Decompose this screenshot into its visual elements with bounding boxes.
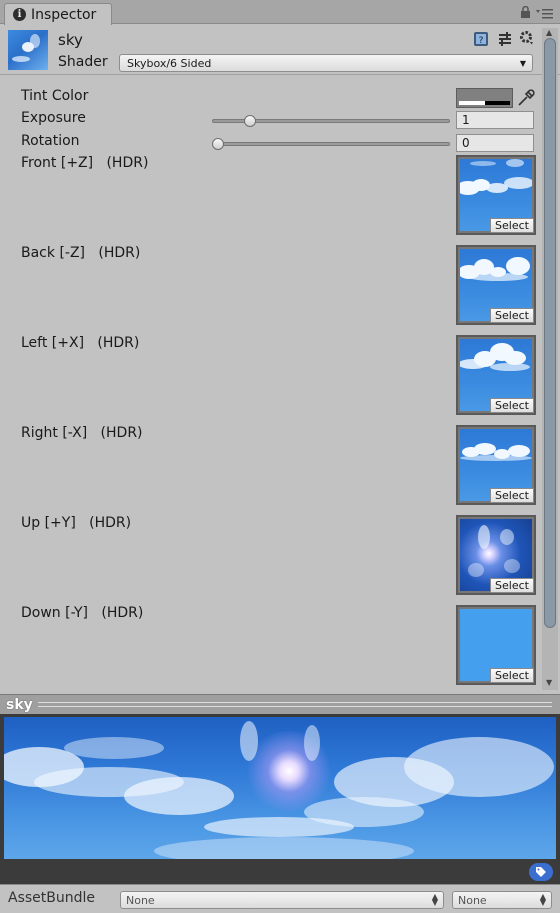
asset-name: sky: [58, 31, 83, 49]
rotation-input[interactable]: 0: [456, 134, 534, 152]
asset-bundle-variant-dropdown[interactable]: None ▲ ▼: [452, 891, 552, 909]
tint-color-label: Tint Color: [21, 88, 89, 104]
tint-color-swatch[interactable]: [456, 88, 513, 108]
texture-slot-left[interactable]: Select: [456, 335, 536, 415]
preview-title: sky: [6, 696, 33, 713]
texture-slot-right[interactable]: Select: [456, 425, 536, 505]
texture-label-up: Up [+Y] (HDR): [21, 515, 132, 531]
tag-icon[interactable]: [529, 863, 553, 881]
material-header: sky Shader Skybox/6 Sided ▼ ?: [0, 25, 560, 75]
preview-drag-handle[interactable]: [38, 702, 552, 707]
rotation-slider-track[interactable]: [212, 142, 450, 146]
texture-label-back: Back [-Z] (HDR): [21, 245, 141, 261]
tab-bar: i Inspector: [0, 0, 560, 25]
asset-bundle-label: AssetBundle: [8, 890, 96, 906]
updown-arrow-icon: ▲ ▼: [431, 892, 438, 907]
select-button-left[interactable]: Select: [490, 398, 534, 413]
texture-label-left: Left [+X] (HDR): [21, 335, 140, 351]
asset-variant-value: None: [458, 893, 487, 907]
lock-icon[interactable]: [520, 5, 531, 23]
inspector-scrollbar[interactable]: ▲ ▼: [542, 28, 558, 690]
texture-label-down: Down [-Y] (HDR): [21, 605, 144, 621]
asset-bundle-value: None: [126, 893, 155, 907]
dropdown-arrow-icon: ▼: [519, 58, 526, 68]
shader-label: Shader: [58, 54, 108, 70]
asset-bundle-bar: AssetBundle None ▲ ▼ None ▲ ▼: [0, 884, 560, 913]
texture-slot-up[interactable]: Select: [456, 515, 536, 595]
texture-slot-down[interactable]: Select: [456, 605, 536, 685]
exposure-label: Exposure: [21, 110, 86, 126]
gear-icon[interactable]: [518, 29, 536, 47]
updown-arrow-icon: ▲ ▼: [539, 892, 546, 907]
info-icon: i: [13, 8, 26, 21]
rotation-label: Rotation: [21, 133, 80, 149]
exposure-input[interactable]: 1: [456, 111, 534, 129]
scroll-down-arrow-icon[interactable]: ▼: [546, 678, 552, 687]
tab-title: Inspector: [31, 6, 97, 23]
asset-bundle-dropdown[interactable]: None ▲ ▼: [120, 891, 444, 909]
tab-inspector[interactable]: i Inspector: [4, 3, 112, 25]
exposure-slider-handle[interactable]: [243, 115, 256, 127]
eyedropper-icon[interactable]: [516, 88, 536, 112]
material-thumbnail: [8, 30, 48, 70]
select-button-back[interactable]: Select: [490, 308, 534, 323]
svg-text:?: ?: [479, 36, 484, 46]
skybox-preview-image: [4, 717, 556, 859]
texture-label-front: Front [+Z] (HDR): [21, 155, 149, 171]
texture-slot-front[interactable]: Select: [456, 155, 536, 235]
texture-slot-back[interactable]: Select: [456, 245, 536, 325]
shader-value: Skybox/6 Sided: [127, 56, 212, 70]
select-button-right[interactable]: Select: [490, 488, 534, 503]
scroll-up-arrow-icon[interactable]: ▲: [546, 28, 552, 37]
preview-header[interactable]: sky: [0, 694, 560, 714]
rotation-slider-handle[interactable]: [212, 138, 224, 150]
select-button-front[interactable]: Select: [490, 218, 534, 233]
select-button-up[interactable]: Select: [490, 578, 534, 593]
help-book-icon[interactable]: ?: [472, 30, 490, 48]
preset-icon[interactable]: [496, 30, 514, 48]
tab-menu-icon[interactable]: [536, 7, 554, 23]
scrollbar-thumb[interactable]: [544, 38, 556, 628]
select-button-down[interactable]: Select: [490, 668, 534, 683]
preview-panel: [0, 714, 560, 884]
texture-label-right: Right [-X] (HDR): [21, 425, 143, 441]
shader-dropdown[interactable]: Skybox/6 Sided ▼: [119, 54, 533, 72]
